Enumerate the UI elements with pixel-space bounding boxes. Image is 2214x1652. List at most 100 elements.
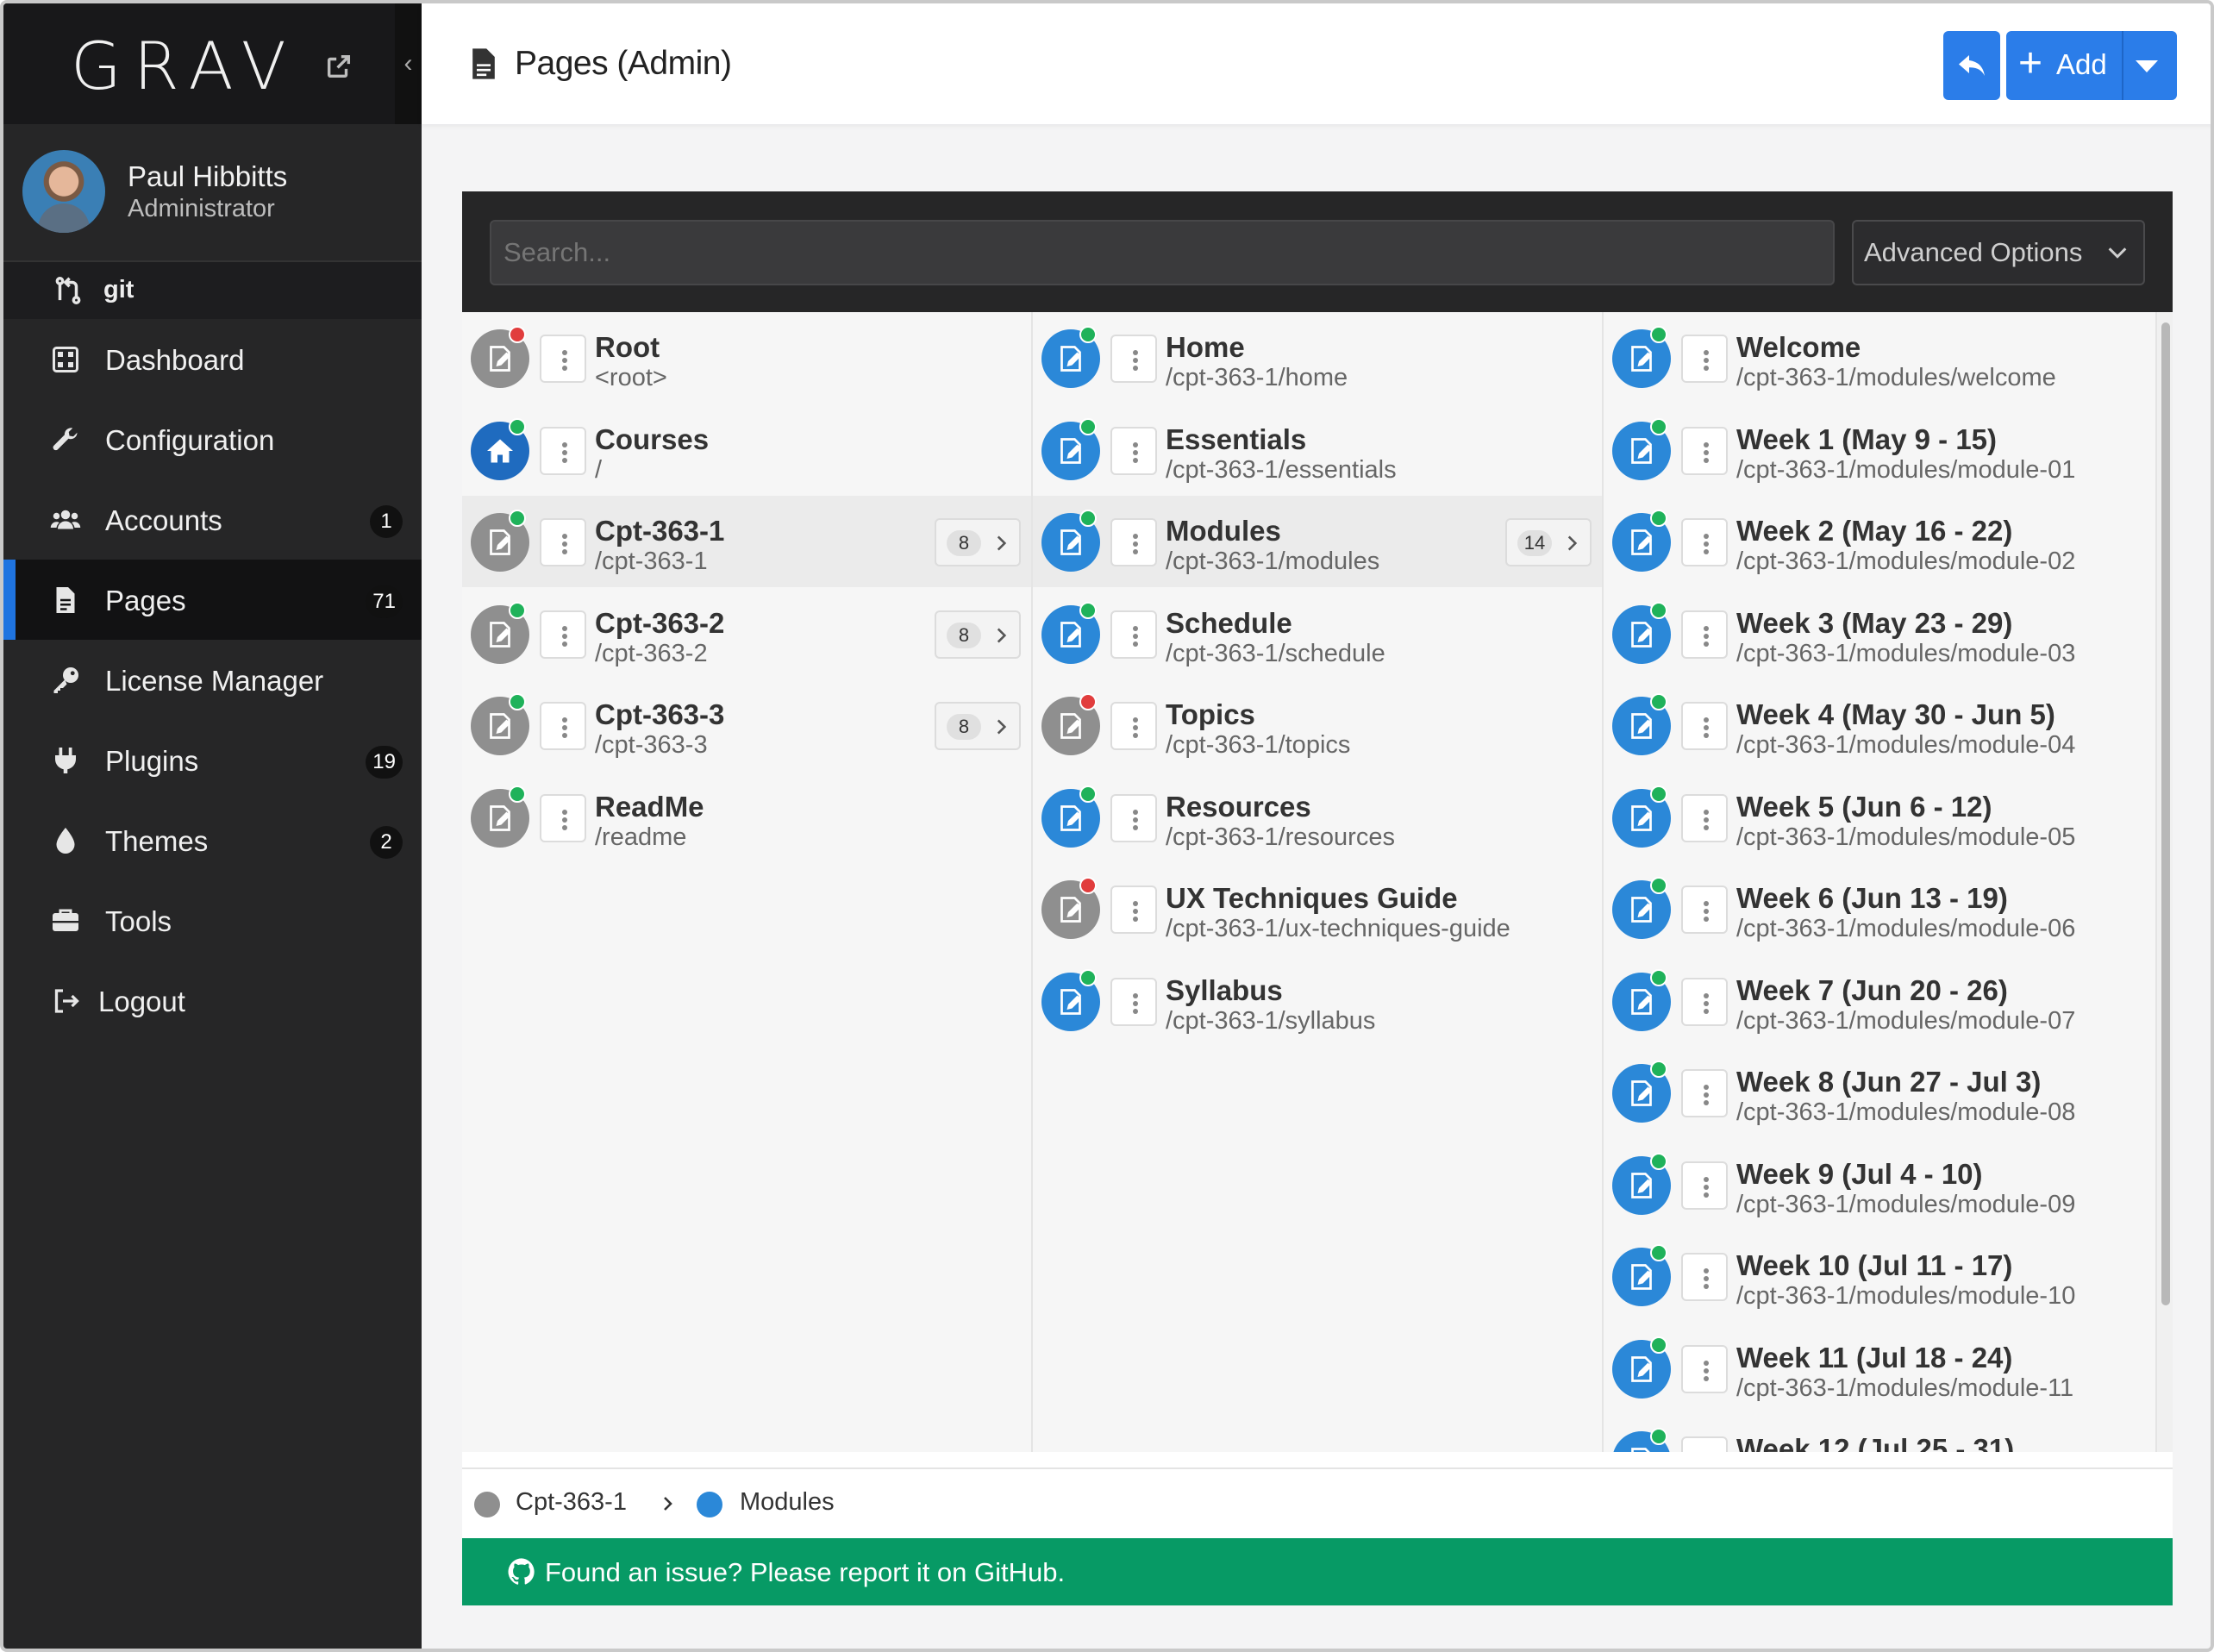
page-title[interactable]: Week 11 (Jul 18 - 24) [1736,1342,2012,1374]
page-row[interactable]: UX Techniques Guide/cpt-363-1/ux-techniq… [1033,863,1602,954]
page-title[interactable]: Week 4 (May 30 - Jun 5) [1736,698,2055,731]
back-button[interactable] [1943,31,2000,100]
page-row[interactable]: Cpt-363-3/cpt-363-3 8 [462,679,1031,771]
page-title[interactable]: Week 3 (May 23 - 29) [1736,607,2012,640]
page-row[interactable]: Week 11 (Jul 18 - 24)/cpt-363-1/modules/… [1604,1323,2155,1414]
expand-children-button[interactable]: 14 [1505,518,1592,566]
page-actions-menu-button[interactable] [540,702,586,750]
github-notice[interactable]: Found an issue? Please report it on GitH… [462,1538,2173,1605]
page-row[interactable]: Home/cpt-363-1/home [1033,312,1602,404]
page-actions-menu-button[interactable] [1681,702,1728,750]
expand-children-button[interactable]: 8 [935,702,1021,750]
page-row[interactable]: Week 10 (Jul 11 - 17)/cpt-363-1/modules/… [1604,1230,2155,1322]
page-title[interactable]: Week 10 (Jul 11 - 17) [1736,1249,2012,1282]
page-title[interactable]: Week 5 (Jun 6 - 12) [1736,791,1992,823]
page-title[interactable]: Welcome [1736,331,1861,364]
page-title[interactable]: Week 12 (Jul 25 - 31) [1736,1433,2014,1452]
page-row[interactable]: Welcome/cpt-363-1/modules/welcome [1604,312,2155,404]
breadcrumb-item[interactable]: Modules [740,1488,835,1517]
search-input[interactable] [490,220,1835,285]
page-title[interactable]: Home [1166,331,1245,364]
sidebar-item-license-manager[interactable]: License Manager [3,640,422,720]
sidebar-item-configuration[interactable]: Configuration [3,399,422,479]
page-title[interactable]: Cpt-363-1 [595,515,724,548]
page-row[interactable]: Schedule/cpt-363-1/schedule [1033,588,1602,679]
page-actions-menu-button[interactable] [1110,518,1157,566]
page-title[interactable]: Week 8 (Jun 27 - Jul 3) [1736,1066,2041,1098]
page-actions-menu-button[interactable] [1110,885,1157,934]
page-actions-menu-button[interactable] [540,426,586,475]
sidebar-item-themes[interactable]: Themes 2 [3,800,422,880]
page-actions-menu-button[interactable] [1110,335,1157,383]
page-title[interactable]: Schedule [1166,607,1292,640]
column-scrollbar[interactable] [2155,312,2173,1452]
page-title[interactable]: Courses [595,423,709,456]
caret-down-icon[interactable] [2136,60,2158,72]
page-actions-menu-button[interactable] [540,793,586,842]
page-actions-menu-button[interactable] [1110,793,1157,842]
page-title[interactable]: Week 6 (Jun 13 - 19) [1736,882,2008,915]
page-row[interactable]: Week 1 (May 9 - 15)/cpt-363-1/modules/mo… [1604,404,2155,496]
sidebar-item-tools[interactable]: Tools [3,880,422,961]
page-row[interactable]: Week 3 (May 23 - 29)/cpt-363-1/modules/m… [1604,588,2155,679]
page-actions-menu-button[interactable] [1110,426,1157,475]
scrollbar-thumb[interactable] [2161,322,2170,1305]
page-row[interactable]: Week 4 (May 30 - Jun 5)/cpt-363-1/module… [1604,679,2155,771]
page-title[interactable]: Syllabus [1166,974,1283,1007]
page-actions-menu-button[interactable] [1681,426,1728,475]
page-actions-menu-button[interactable] [540,518,586,566]
page-row[interactable]: ReadMe/readme [462,772,1031,863]
page-row[interactable]: Courses / [462,404,1031,496]
page-actions-menu-button[interactable] [1681,335,1728,383]
page-row[interactable]: Week 9 (Jul 4 - 10)/cpt-363-1/modules/mo… [1604,1139,2155,1230]
page-actions-menu-button[interactable] [1681,1069,1728,1117]
page-row[interactable]: Modules/cpt-363-1/modules 14 [1033,496,1602,587]
sidebar-item-logout[interactable]: Logout [3,961,422,1041]
page-title[interactable]: Modules [1166,515,1281,548]
page-row[interactable]: Cpt-363-2/cpt-363-2 8 [462,588,1031,679]
page-actions-menu-button[interactable] [1681,1253,1728,1301]
advanced-options-button[interactable]: Advanced Options [1852,220,2145,285]
page-actions-menu-button[interactable] [1681,610,1728,659]
page-title[interactable]: ReadMe [595,791,704,823]
sidebar-collapse-toggle[interactable]: ‹ [395,3,422,124]
add-button[interactable]: + Add [2006,31,2177,100]
external-link-icon[interactable] [324,52,353,81]
page-actions-menu-button[interactable] [1681,518,1728,566]
page-actions-menu-button[interactable] [1681,885,1728,934]
breadcrumb-item[interactable]: Cpt-363-1 [516,1488,627,1517]
page-row[interactable]: Resources/cpt-363-1/resources [1033,772,1602,863]
page-title[interactable]: Week 1 (May 9 - 15) [1736,423,1997,456]
page-actions-menu-button[interactable] [1110,610,1157,659]
page-actions-menu-button[interactable] [1681,793,1728,842]
sidebar-item-accounts[interactable]: Accounts 1 [3,479,422,560]
page-row[interactable]: Essentials/cpt-363-1/essentials [1033,404,1602,496]
sidebar-item-pages[interactable]: Pages 71 [3,560,422,640]
page-title[interactable]: Week 9 (Jul 4 - 10) [1736,1158,1983,1191]
page-actions-menu-button[interactable] [1110,702,1157,750]
page-actions-menu-button[interactable] [540,610,586,659]
page-actions-menu-button[interactable] [1681,1344,1728,1393]
page-row[interactable]: Week 6 (Jun 13 - 19)/cpt-363-1/modules/m… [1604,863,2155,954]
page-row[interactable]: Root <root> [462,312,1031,404]
page-actions-menu-button[interactable] [1681,1161,1728,1210]
page-row[interactable]: Week 8 (Jun 27 - Jul 3)/cpt-363-1/module… [1604,1047,2155,1138]
grav-logo[interactable]: GRAV [71,28,298,104]
sidebar-item-plugins[interactable]: Plugins 19 [3,720,422,800]
page-title[interactable]: Week 2 (May 16 - 22) [1736,515,2012,548]
page-title[interactable]: Essentials [1166,423,1306,456]
page-title[interactable]: Cpt-363-2 [595,607,724,640]
expand-children-button[interactable]: 8 [935,518,1021,566]
user-profile[interactable]: Paul Hibbitts Administrator [3,124,422,262]
page-title[interactable]: Root [595,331,660,364]
page-actions-menu-button[interactable] [1681,977,1728,1026]
page-row[interactable]: Week 5 (Jun 6 - 12)/cpt-363-1/modules/mo… [1604,772,2155,863]
sidebar-item-dashboard[interactable]: Dashboard [3,319,422,399]
page-title[interactable]: Resources [1166,791,1311,823]
page-title[interactable]: Cpt-363-3 [595,698,724,731]
expand-children-button[interactable]: 8 [935,610,1021,659]
page-row[interactable]: Cpt-363-1/cpt-363-1 8 [462,496,1031,587]
page-title[interactable]: UX Techniques Guide [1166,882,1458,915]
git-sync-item[interactable]: git [3,262,422,319]
page-actions-menu-button[interactable] [1110,977,1157,1026]
